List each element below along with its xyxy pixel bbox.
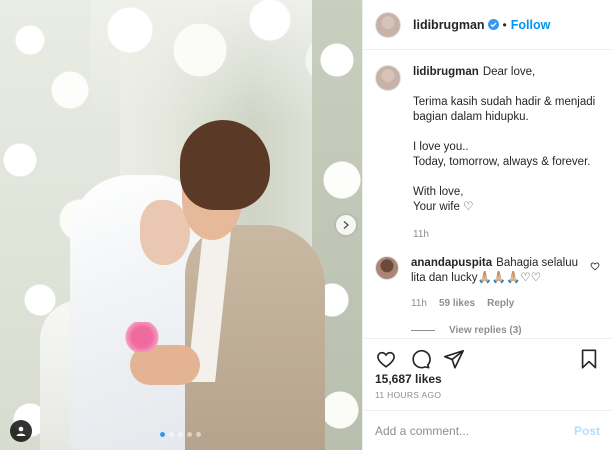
comment: anandapuspita Bahagia selaluu lita dan lu… — [375, 256, 600, 311]
comment-button[interactable] — [409, 348, 431, 370]
next-photo-button[interactable] — [336, 215, 356, 235]
like-button[interactable] — [375, 348, 397, 370]
save-button[interactable] — [578, 348, 600, 370]
share-button[interactable] — [443, 348, 465, 370]
caption-meta: 11h — [413, 227, 600, 242]
caption-line: Terima kasih sudah hadir & menjadi bagia… — [413, 96, 596, 123]
carousel-dot — [187, 432, 192, 437]
caption-line: With love, — [413, 186, 464, 198]
carousel-dot — [169, 432, 174, 437]
caption-username[interactable]: lidibrugman — [413, 66, 479, 78]
follow-button[interactable]: Follow — [511, 18, 551, 32]
caption: lidibrugman Dear love, Terima kasih sudah… — [375, 65, 600, 242]
view-replies-button[interactable]: View replies (3) — [411, 325, 600, 336]
tagged-users-button[interactable] — [10, 420, 32, 442]
replies-divider — [411, 330, 435, 331]
heart-icon — [377, 351, 395, 368]
carousel-dot — [196, 432, 201, 437]
like-comment-heart-icon[interactable] — [590, 261, 600, 271]
carousel-indicator — [160, 432, 201, 437]
comment-meta: 11h 59 likes Reply — [411, 296, 584, 311]
caption-time[interactable]: 11h — [413, 227, 429, 242]
caption-line: I love you.. — [413, 141, 469, 153]
separator-dot: • — [502, 17, 507, 32]
reply-button[interactable]: Reply — [487, 296, 514, 311]
paper-plane-icon — [444, 349, 464, 369]
caption-line: Dear love, — [482, 66, 536, 78]
avatar[interactable] — [375, 256, 399, 280]
chevron-right-icon — [343, 221, 350, 229]
carousel-dot — [160, 432, 165, 437]
comments-list[interactable]: lidibrugman Dear love, Terima kasih sudah… — [363, 51, 612, 338]
bookmark-icon — [581, 348, 597, 369]
caption-line: Your wife ♡ — [413, 201, 474, 213]
post-comment-button[interactable]: Post — [574, 424, 600, 438]
avatar[interactable] — [375, 11, 401, 38]
comment-likes[interactable]: 59 likes — [439, 296, 475, 311]
likes-count[interactable]: 15,687 likes — [375, 372, 442, 386]
user-icon — [16, 426, 26, 436]
comment-input[interactable] — [375, 423, 574, 438]
avatar[interactable] — [375, 65, 401, 91]
comment-username[interactable]: anandapuspita — [411, 257, 492, 269]
post-username[interactable]: lidibrugman — [413, 18, 485, 32]
post-timestamp[interactable]: 11 HOURS AGO — [375, 390, 441, 400]
pink-flower — [124, 322, 160, 352]
post-header: lidibrugman • Follow — [363, 0, 612, 50]
comment-composer: Post — [363, 410, 612, 450]
carousel-dot — [178, 432, 183, 437]
post-side-panel: lidibrugman • Follow lidibrugman Dear lov… — [362, 0, 612, 450]
post-photo[interactable] — [0, 0, 362, 450]
comment-bubble-icon — [412, 349, 431, 369]
groom-hair — [180, 120, 270, 210]
caption-line: Today, tomorrow, always & forever. — [413, 156, 591, 168]
verified-badge-icon — [487, 19, 499, 30]
view-replies-label: View replies (3) — [449, 325, 522, 336]
comment-time[interactable]: 11h — [411, 296, 427, 311]
